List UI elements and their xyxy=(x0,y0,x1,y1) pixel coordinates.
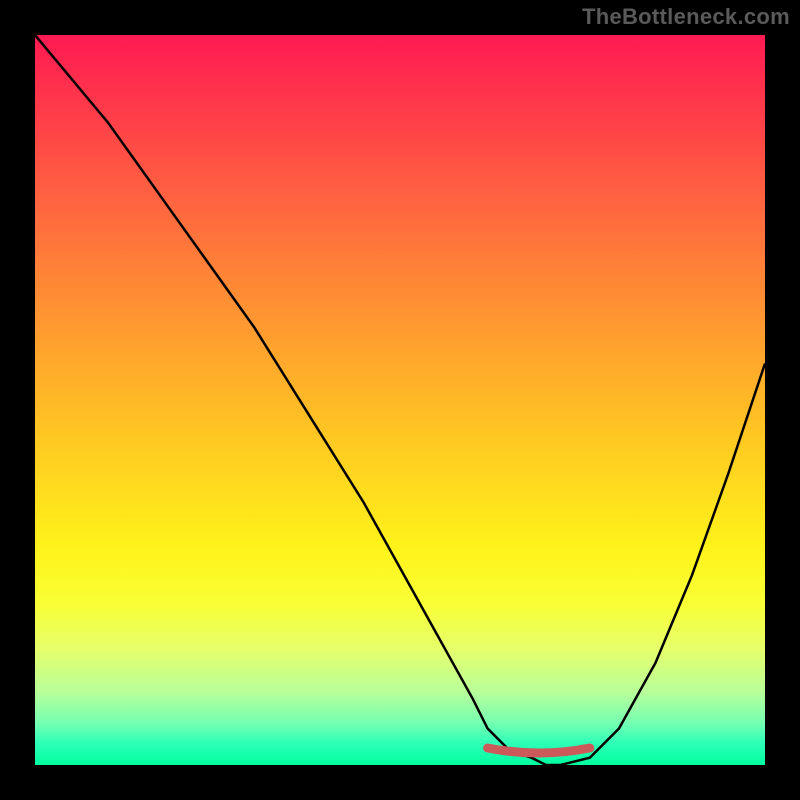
optimal-range-marker xyxy=(35,35,765,765)
plot-area xyxy=(35,35,765,765)
chart-frame: TheBottleneck.com xyxy=(0,0,800,800)
watermark-text: TheBottleneck.com xyxy=(582,4,790,30)
